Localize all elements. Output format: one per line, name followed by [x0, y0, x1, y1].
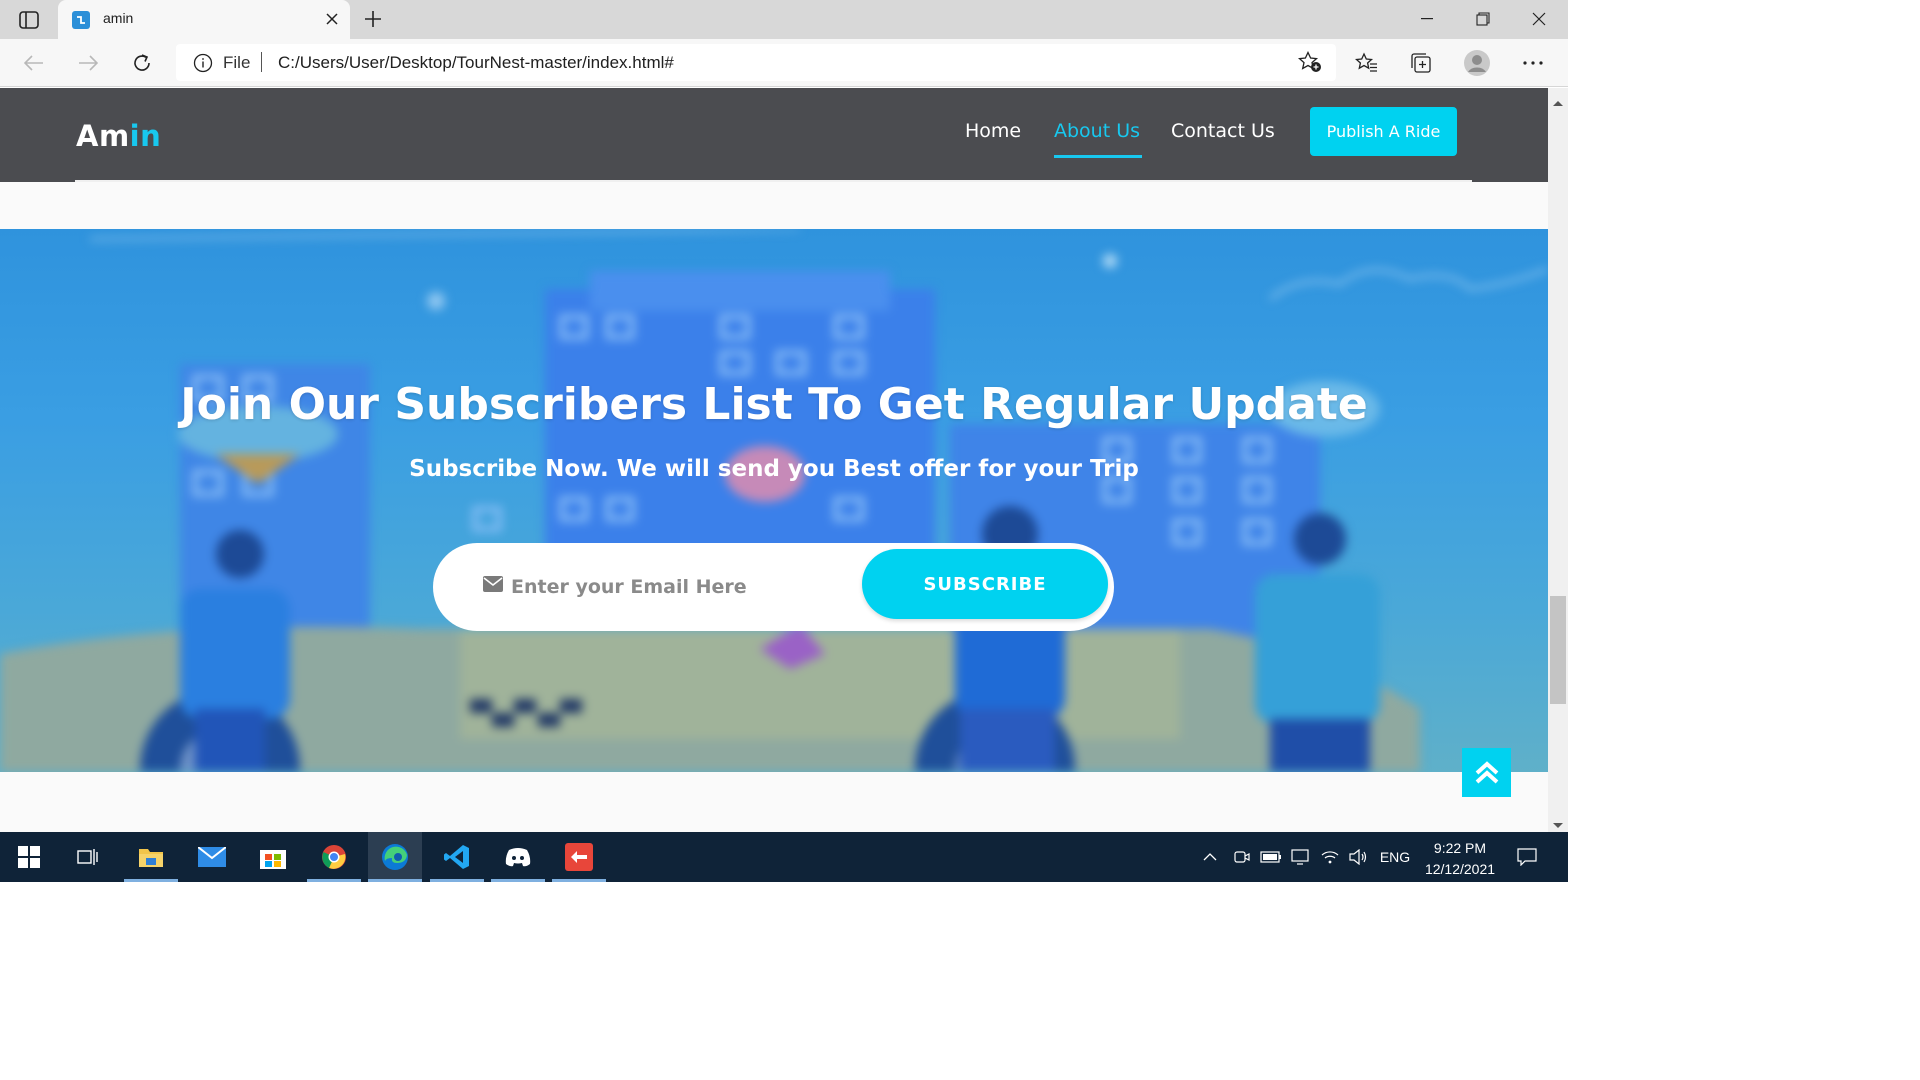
profile-icon[interactable] [1462, 48, 1492, 78]
address-separator [261, 52, 262, 72]
nav-divider [75, 180, 1472, 182]
wifi-icon[interactable] [1318, 832, 1342, 882]
battery-icon[interactable] [1258, 832, 1284, 882]
minimize-icon[interactable] [1412, 6, 1442, 32]
tray-chevron-up-icon[interactable] [1198, 832, 1222, 882]
publish-ride-button[interactable]: Publish A Ride [1310, 107, 1457, 156]
volume-icon[interactable] [1346, 832, 1370, 882]
microsoft-store-icon[interactable] [246, 832, 300, 882]
browser-tab[interactable]: amin [58, 0, 350, 39]
nav-contact-link[interactable]: Contact Us [1171, 120, 1275, 142]
collections-icon[interactable] [1406, 48, 1436, 78]
address-url[interactable]: C:/Users/User/Desktop/TourNest-master/in… [278, 53, 674, 73]
email-input[interactable] [511, 567, 851, 607]
nav-home-link[interactable]: Home [965, 120, 1021, 142]
subscribe-section: Join Our Subscribers List To Get Regular… [0, 229, 1548, 772]
discord-icon[interactable] [491, 832, 545, 882]
envelope-icon [483, 576, 503, 596]
chrome-icon[interactable] [307, 832, 361, 882]
windows-taskbar: ENG 9:22 PM 12/12/2021 [0, 832, 1568, 882]
logo-main-text: Am [76, 119, 130, 153]
taskbar-clock[interactable]: 9:22 PM 12/12/2021 [1418, 838, 1502, 880]
back-to-top-button[interactable] [1462, 748, 1511, 797]
subscribe-form: SUBSCRIBE [433, 543, 1114, 631]
page-viewport: Amin Home About Us Contact Us Publish A … [0, 88, 1548, 832]
meet-now-icon[interactable] [1230, 832, 1254, 882]
address-file-label: File [223, 53, 251, 72]
clock-date: 12/12/2021 [1424, 861, 1496, 877]
window-close-icon[interactable] [1524, 6, 1554, 32]
browser-tab-bar: amin [0, 0, 1568, 39]
restore-icon[interactable] [1468, 6, 1498, 32]
site-navbar: Amin Home About Us Contact Us Publish A … [0, 88, 1548, 182]
notification-icon[interactable] [1512, 832, 1542, 882]
logo-accent-text: in [129, 119, 162, 153]
info-icon[interactable] [193, 53, 213, 77]
language-label: ENG [1379, 849, 1411, 865]
mail-icon[interactable] [185, 832, 239, 882]
add-favorite-icon[interactable] [1297, 50, 1322, 77]
double-chevron-up-icon [1475, 760, 1498, 783]
browser-toolbar: File C:/Users/User/Desktop/TourNest-mast… [0, 39, 1568, 87]
task-view-icon[interactable] [61, 832, 115, 882]
forward-icon[interactable] [73, 48, 103, 78]
start-windows-icon[interactable] [2, 832, 56, 882]
address-bar[interactable]: File C:/Users/User/Desktop/TourNest-mast… [176, 44, 1336, 81]
tab-title: amin [103, 10, 134, 26]
scrollbar-thumb[interactable] [1550, 596, 1566, 704]
subscribe-title: Join Our Subscribers List To Get Regular… [180, 379, 1368, 430]
back-icon[interactable] [19, 48, 49, 78]
page-scrollbar[interactable] [1548, 88, 1568, 832]
display-icon[interactable] [1288, 832, 1312, 882]
sidebar-icon[interactable] [16, 8, 42, 32]
refresh-icon[interactable] [127, 48, 157, 78]
favicon-icon [72, 11, 90, 29]
more-icon[interactable] [1518, 48, 1548, 78]
clock-time: 9:22 PM [1433, 840, 1487, 856]
edge-icon[interactable] [368, 832, 422, 882]
git-app-icon[interactable] [552, 832, 606, 882]
subscribe-button[interactable]: SUBSCRIBE [862, 549, 1108, 619]
scroll-up-arrow-icon[interactable] [1552, 92, 1564, 111]
nav-about-link[interactable]: About Us [1054, 120, 1140, 142]
tab-close-icon[interactable] [322, 9, 342, 29]
site-logo[interactable]: Amin [76, 119, 161, 153]
new-tab-plus-icon[interactable] [360, 6, 386, 32]
file-explorer-icon[interactable] [124, 832, 178, 882]
subscribe-subtitle: Subscribe Now. We will send you Best off… [409, 456, 1139, 482]
city-illustration-background [0, 229, 1548, 772]
nav-active-underline [1054, 155, 1142, 158]
vscode-icon[interactable] [430, 832, 484, 882]
favorites-icon[interactable] [1352, 48, 1382, 78]
language-indicator[interactable]: ENG [1376, 832, 1414, 882]
